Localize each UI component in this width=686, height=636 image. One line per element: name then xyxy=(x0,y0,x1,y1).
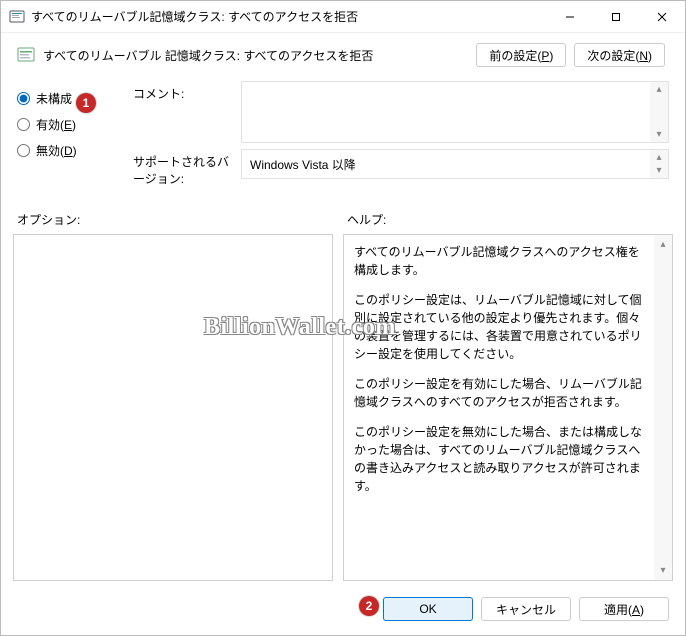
minimize-button[interactable] xyxy=(547,2,593,32)
radio-enabled-label: 有効(E) xyxy=(36,116,76,133)
scroll-up-icon: ▴ xyxy=(660,237,665,252)
help-p1: すべてのリムーバブル記憶域クラスへのアクセス権を構成します。 xyxy=(354,243,650,279)
help-p3: このポリシー設定を有効にした場合、リムーバブル記憶域クラスへのすべてのアクセスが… xyxy=(354,375,650,411)
policy-editor-window: すべてのリムーバブル記憶域クラス: すべてのアクセスを拒否 すべてのリムーバブル… xyxy=(0,0,686,636)
options-section-label: オプション: xyxy=(17,211,347,228)
help-p2: このポリシー設定は、リムーバブル記憶域に対して個別に設定されている他の設定より優… xyxy=(354,291,650,363)
previous-setting-button[interactable]: 前の設定(P) xyxy=(476,43,566,67)
maximize-button[interactable] xyxy=(593,2,639,32)
help-section-label: ヘルプ: xyxy=(347,211,386,228)
annotation-marker-1: 1 xyxy=(76,93,96,113)
radio-not-configured[interactable]: 未構成 xyxy=(17,85,117,111)
cancel-button[interactable]: キャンセル xyxy=(481,597,571,621)
ok-button[interactable]: OK xyxy=(383,597,473,621)
radio-disabled-label: 無効(D) xyxy=(36,142,77,159)
supported-value: Windows Vista 以降 xyxy=(250,158,356,172)
radio-disabled-input[interactable] xyxy=(17,144,30,157)
state-radios: 未構成 有効(E) 無効(D) xyxy=(17,81,117,193)
help-p4: このポリシー設定を無効にした場合、または構成しなかった場合は、すべてのリムーバブ… xyxy=(354,423,650,495)
scroll-down-icon: ▾ xyxy=(656,165,661,176)
options-panel xyxy=(13,234,333,581)
annotation-marker-2: 2 xyxy=(359,596,379,616)
scroll-down-icon: ▾ xyxy=(660,563,665,578)
window-title: すべてのリムーバブル記憶域クラス: すべてのアクセスを拒否 xyxy=(31,8,547,25)
comment-field[interactable]: ▴ ▾ xyxy=(241,81,669,143)
apply-button[interactable]: 適用(A) xyxy=(579,597,669,621)
scroll-up-icon: ▴ xyxy=(656,152,661,163)
dialog-footer: OK キャンセル 適用(A) xyxy=(1,587,685,635)
titlebar: すべてのリムーバブル記憶域クラス: すべてのアクセスを拒否 xyxy=(1,1,685,33)
next-setting-button[interactable]: 次の設定(N) xyxy=(574,43,665,67)
supported-field: Windows Vista 以降 ▴ ▾ xyxy=(241,149,669,179)
policy-header: すべてのリムーバブル 記憶域クラス: すべてのアクセスを拒否 前の設定(P) 次… xyxy=(1,33,685,75)
close-button[interactable] xyxy=(639,2,685,32)
supported-scrollbar[interactable]: ▴ ▾ xyxy=(650,150,668,178)
help-scrollbar[interactable]: ▴ ▾ xyxy=(654,235,672,580)
scroll-down-icon: ▾ xyxy=(656,129,661,140)
radio-not-configured-label: 未構成 xyxy=(36,90,72,107)
config-area: 未構成 有効(E) 無効(D) コメント: ▴ ▾ xyxy=(1,75,685,193)
help-panel: すべてのリムーバブル記憶域クラスへのアクセス権を構成します。 このポリシー設定は… xyxy=(343,234,673,581)
radio-enabled[interactable]: 有効(E) xyxy=(17,111,117,137)
app-icon xyxy=(9,9,25,25)
window-controls xyxy=(547,2,685,32)
radio-not-configured-input[interactable] xyxy=(17,92,30,105)
policy-icon xyxy=(17,46,35,64)
scroll-up-icon: ▴ xyxy=(656,84,661,95)
policy-title: すべてのリムーバブル 記憶域クラス: すべてのアクセスを拒否 xyxy=(43,47,468,64)
comment-scrollbar[interactable]: ▴ ▾ xyxy=(650,82,668,142)
comment-label: コメント: xyxy=(133,81,241,143)
radio-enabled-input[interactable] xyxy=(17,118,30,131)
radio-disabled[interactable]: 無効(D) xyxy=(17,137,117,163)
supported-label: サポートされるバージョン: xyxy=(133,149,241,187)
